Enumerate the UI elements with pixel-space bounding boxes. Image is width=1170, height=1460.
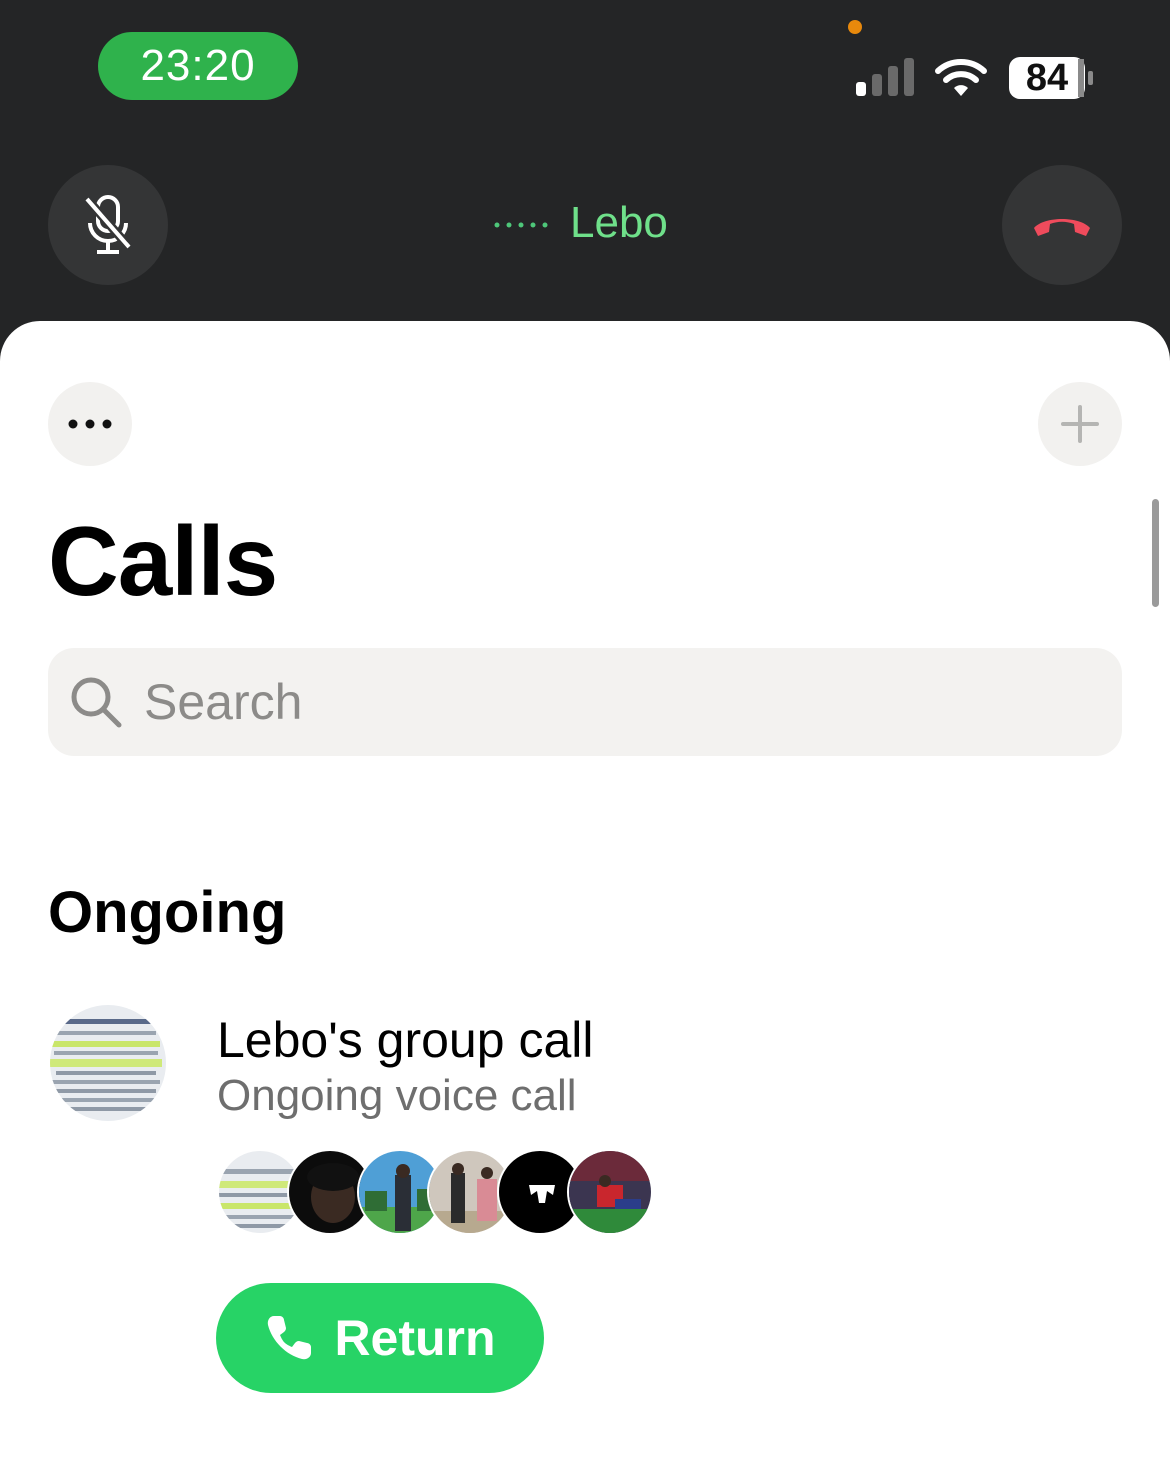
calls-sheet: Calls Ongoing Lebo's group cal (0, 321, 1170, 1460)
microphone-muted-icon (83, 195, 133, 254)
return-to-call-button[interactable]: Return (216, 1283, 544, 1393)
wifi-icon (935, 59, 987, 96)
participant-avatars (217, 1149, 737, 1237)
end-call-button[interactable] (1002, 165, 1122, 285)
search-input[interactable] (142, 672, 1046, 732)
new-call-button[interactable] (1038, 382, 1122, 466)
return-button-label: Return (334, 1310, 496, 1366)
call-title: Lebo's group call (217, 1012, 594, 1068)
search-icon (71, 677, 122, 728)
more-options-button[interactable] (48, 382, 132, 466)
call-subtitle: Ongoing voice call (217, 1071, 577, 1120)
phone-hangup-icon (1034, 219, 1090, 236)
connecting-dots-icon (494, 222, 548, 228)
ongoing-call-item[interactable]: Lebo's group call Ongoing voice call Ret… (48, 1001, 1122, 1441)
page-title: Calls (48, 506, 278, 616)
scrollbar[interactable] (1152, 499, 1159, 607)
phone-icon (268, 1316, 312, 1360)
status-time: 23:20 (98, 32, 298, 100)
plus-icon (1061, 405, 1099, 443)
battery-level: 84 (1025, 56, 1069, 99)
ellipsis-icon (68, 419, 112, 429)
group-avatar (50, 1005, 166, 1121)
privacy-indicator-dot (848, 20, 862, 34)
mute-button[interactable] (48, 165, 168, 285)
search-bar[interactable] (48, 648, 1122, 756)
cellular-signal-icon (856, 58, 914, 96)
section-title-ongoing: Ongoing (48, 880, 287, 945)
active-call-name[interactable]: Lebo (570, 198, 668, 248)
participant-avatar (567, 1149, 653, 1235)
